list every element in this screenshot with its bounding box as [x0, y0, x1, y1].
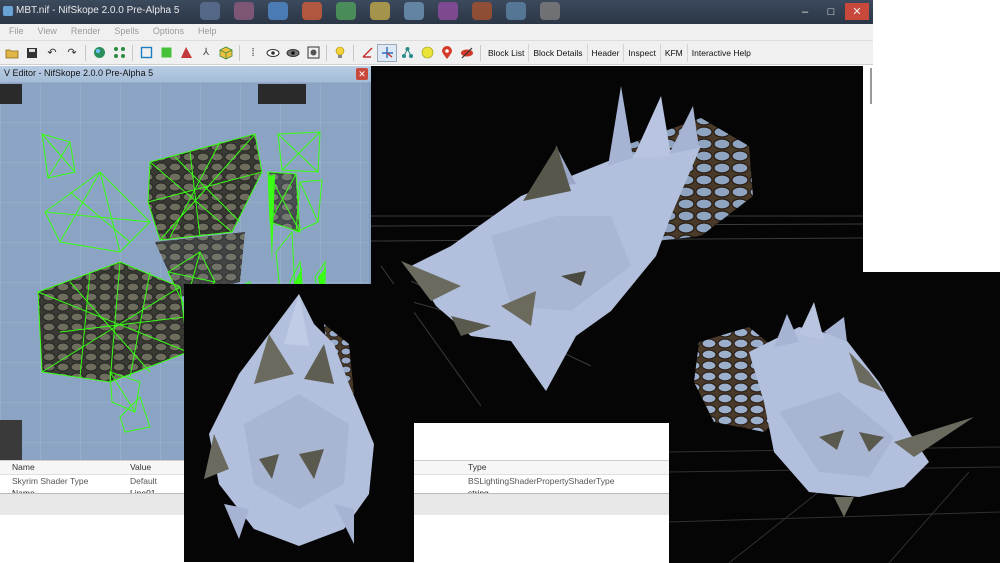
tree-icon[interactable] [397, 44, 417, 62]
row-type: BSLightingShaderPropertyShaderType [468, 476, 615, 486]
background-window-area [863, 66, 1000, 274]
inspect-button[interactable]: Inspect [624, 43, 661, 62]
eye-dark-icon[interactable] [283, 44, 303, 62]
menu-file[interactable]: File [2, 24, 31, 40]
background-taskbar [200, 2, 560, 22]
menu-render[interactable]: Render [64, 24, 108, 40]
select-icon[interactable]: ⅄ [196, 44, 216, 62]
window-title: MBT.nif - NifSkope 2.0.0 Pre-Alpha 5 [16, 5, 180, 16]
cube-icon[interactable] [156, 44, 176, 62]
hide-icon[interactable] [457, 44, 477, 62]
toolbar: ↶ ↷ ⅄ ⁞ Block List Block Details Header … [0, 41, 873, 65]
background-scrollbar [868, 66, 874, 106]
menu-view[interactable]: View [31, 24, 64, 40]
menu-spells[interactable]: Spells [107, 24, 146, 40]
row-name: Skyrim Shader Type [12, 476, 89, 486]
box-icon[interactable] [136, 44, 156, 62]
texture-icon[interactable] [176, 44, 196, 62]
menu-bar: File View Render Spells Options Help [0, 24, 873, 41]
save-icon[interactable] [22, 44, 42, 62]
pin-icon[interactable] [437, 44, 457, 62]
redo-icon[interactable]: ↷ [62, 44, 82, 62]
window-titlebar: MBT.nif - NifSkope 2.0.0 Pre-Alpha 5 – □… [0, 0, 873, 24]
header-button[interactable]: Header [588, 43, 625, 62]
uv-editor-titlebar: V Editor - NifSkope 2.0.0 Pre-Alpha 5 ✕ [0, 66, 371, 82]
maximize-button[interactable]: □ [819, 3, 843, 20]
block-details-button[interactable]: Block Details [529, 43, 588, 62]
side-view-render [669, 272, 1000, 563]
undo-icon[interactable]: ↶ [42, 44, 62, 62]
interactive-help-button[interactable]: Interactive Help [688, 44, 755, 62]
bulb-icon[interactable] [330, 44, 350, 62]
smile-icon[interactable] [417, 44, 437, 62]
uv-editor-title: V Editor - NifSkope 2.0.0 Pre-Alpha 5 [4, 68, 154, 78]
row-value: Default [130, 476, 157, 486]
app-icon [3, 6, 13, 16]
column-header-value: Value [130, 462, 152, 472]
menu-help[interactable]: Help [191, 24, 224, 40]
kfm-button[interactable]: KFM [661, 43, 688, 62]
globe-icon[interactable] [89, 44, 109, 62]
eye-icon[interactable] [263, 44, 283, 62]
cube-color-icon[interactable] [216, 44, 236, 62]
block-list-button[interactable]: Block List [484, 43, 530, 62]
nodes-icon[interactable] [109, 44, 129, 62]
open-icon[interactable] [2, 44, 22, 62]
uv-editor-close-button[interactable]: ✕ [356, 68, 368, 80]
column-header-type: Type [468, 462, 487, 472]
axes-icon[interactable] [377, 43, 397, 62]
column-header-name: Name [12, 462, 35, 472]
axis-icon[interactable] [357, 44, 377, 62]
lights-icon[interactable]: ⁞ [243, 44, 263, 62]
minimize-button[interactable]: – [793, 3, 817, 20]
close-button[interactable]: ✕ [845, 3, 869, 20]
front-view-render [184, 284, 414, 562]
menu-options[interactable]: Options [146, 24, 191, 40]
camera-icon[interactable] [303, 44, 323, 62]
